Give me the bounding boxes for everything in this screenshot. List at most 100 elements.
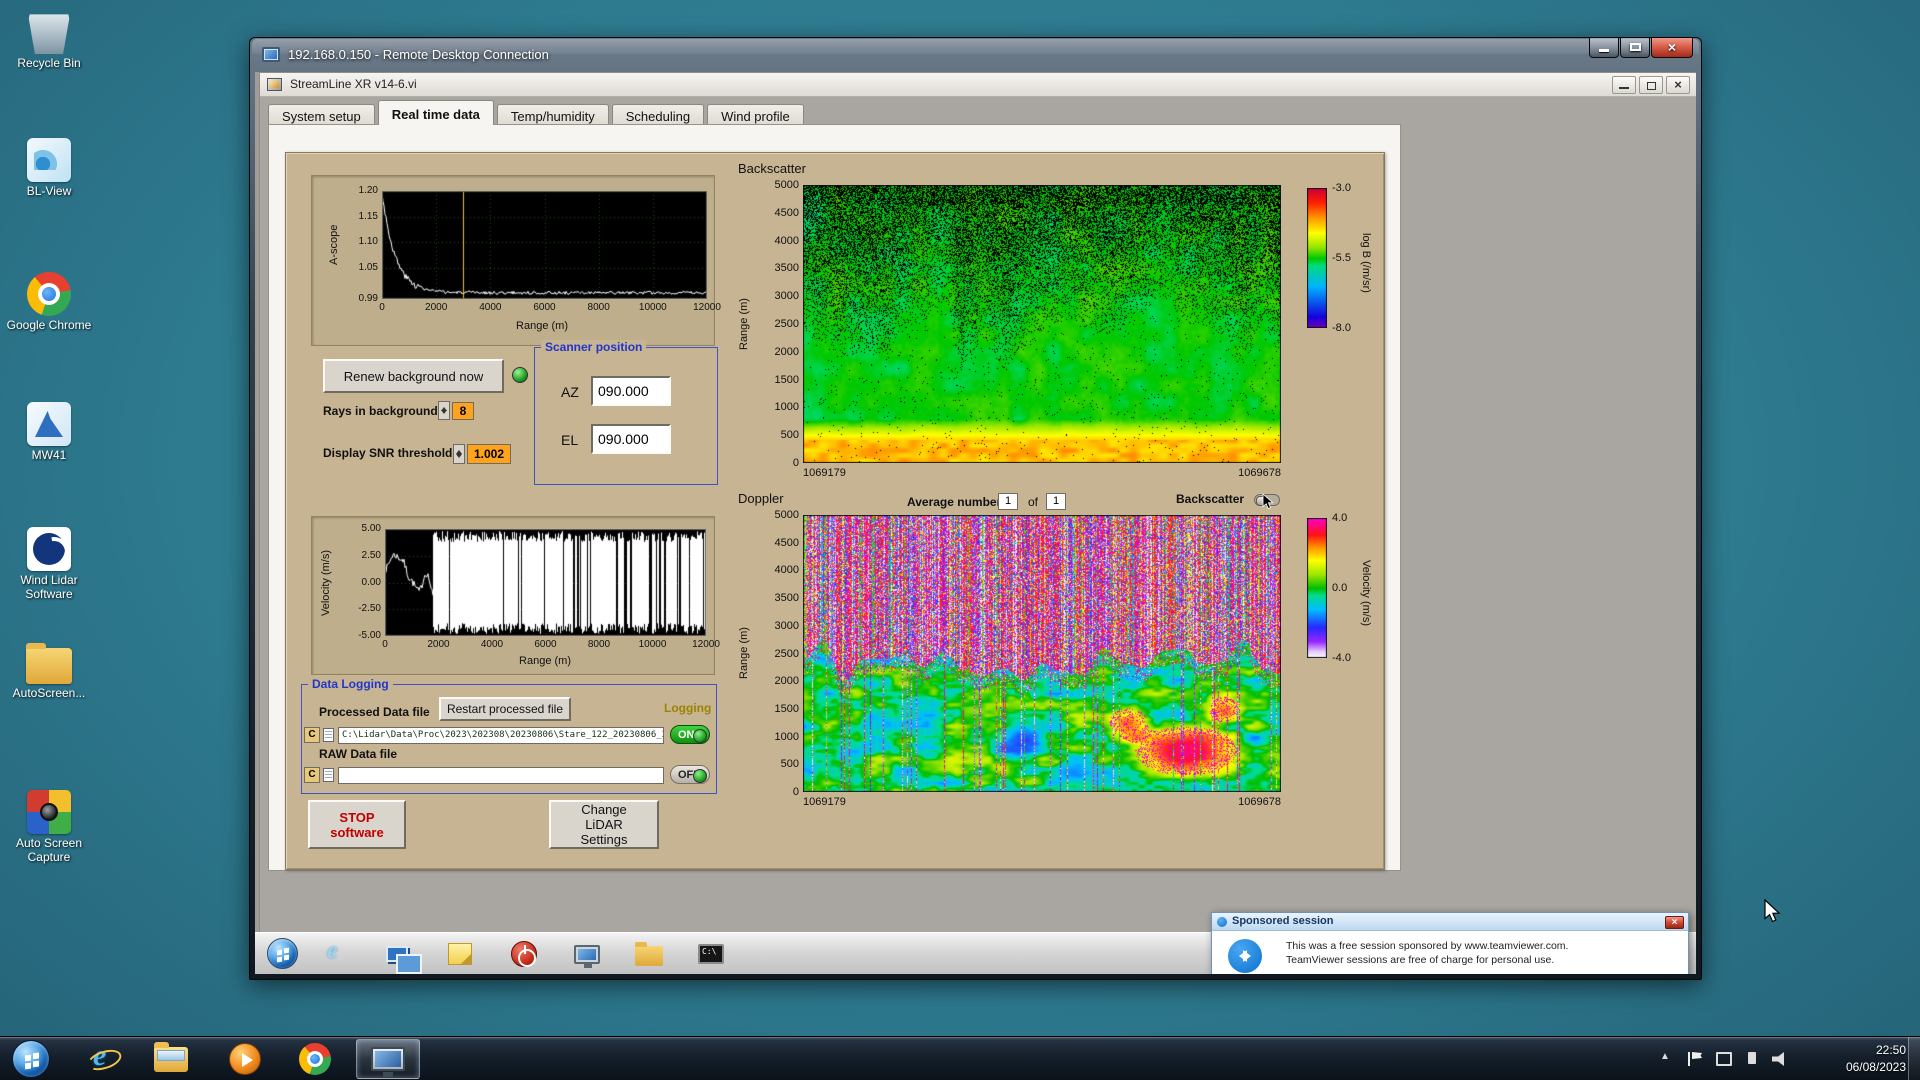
desktop-icon-recycle-bin[interactable]: Recycle Bin	[6, 10, 92, 71]
raw-path-field[interactable]	[338, 767, 664, 784]
rays-spinner[interactable]	[438, 401, 450, 420]
remote-taskbar-sticky-notes[interactable]	[438, 936, 482, 972]
x-tick-label: 8000	[587, 302, 610, 313]
minimize-icon	[1599, 49, 1609, 52]
raw-drive-label[interactable]: C	[304, 767, 320, 783]
taskbar-media-player[interactable]	[218, 1039, 272, 1079]
stop-software-button[interactable]: STOP software	[308, 800, 406, 849]
az-value-field[interactable]: 090.000	[591, 376, 671, 406]
app-window-icon	[267, 78, 282, 91]
processed-logging-on-toggle[interactable]: ON	[670, 725, 710, 744]
rdp-window-icon	[262, 47, 280, 62]
y-tick-label: 500	[780, 429, 799, 442]
remote-taskbar-command-prompt[interactable]	[689, 936, 733, 972]
remote-taskbar-internet-explorer[interactable]	[313, 936, 357, 972]
az-label: AZ	[561, 384, 579, 400]
change-lidar-settings-button[interactable]: Change LiDAR Settings	[549, 800, 659, 849]
rdp-maximize-button[interactable]	[1620, 38, 1650, 58]
desktop-icon-google-chrome[interactable]: Google Chrome	[6, 272, 92, 333]
command-prompt-icon	[698, 944, 724, 964]
desktop-icon-autoscreen-folder[interactable]: AutoScreen...	[6, 643, 92, 701]
desktop-icon-label: Recycle Bin	[17, 56, 81, 70]
remote-taskbar-display-capture[interactable]	[565, 936, 609, 972]
desktop-icon-label: Wind Lidar Software	[20, 573, 78, 601]
show-desktop-button[interactable]	[1908, 1037, 1920, 1080]
auto-screen-capture-icon	[27, 790, 71, 834]
popup-title: Sponsored session	[1232, 915, 1334, 927]
colorbar-tick-label: 4.0	[1332, 512, 1348, 524]
snr-value-field[interactable]: 1.002	[467, 444, 511, 464]
app-client-area: System setup Real time data Temp/humidity S…	[260, 97, 1696, 933]
y-tick-label: 4000	[774, 234, 799, 247]
backscatter-ylabel: Range (m)	[738, 298, 750, 350]
teamviewer-mini-icon	[1217, 917, 1227, 927]
mw41-icon	[27, 402, 71, 446]
y-tick-label: 5000	[774, 509, 799, 521]
logging-label: Logging	[664, 701, 712, 715]
app-minimize-button[interactable]	[1612, 76, 1636, 94]
remote-taskbar-folder[interactable]	[627, 936, 671, 972]
action-center-flag-icon[interactable]	[1688, 1052, 1704, 1066]
x-tick-label: 2000	[425, 302, 448, 313]
popup-close-button[interactable]: ×	[1665, 916, 1684, 929]
desktop-icon-bl-view[interactable]: BL-View	[6, 138, 92, 199]
processed-path-field[interactable]: C:\Lidar\Data\Proc\2023\202308\20230806\…	[338, 727, 664, 744]
clock-time: 22:50	[1875, 1043, 1906, 1057]
start-button[interactable]	[12, 1040, 50, 1078]
taskbar-windows-explorer[interactable]	[144, 1039, 198, 1079]
rdp-close-button[interactable]: ×	[1651, 38, 1693, 58]
tab-real-time-data[interactable]: Real time data	[377, 100, 494, 125]
popup-titlebar[interactable]: Sponsored session ×	[1212, 913, 1688, 931]
wind-lidar-icon	[27, 527, 71, 571]
backscatter-title: Backscatter	[738, 161, 806, 176]
taskbar-clock[interactable]: 22:50 06/08/2023	[1806, 1042, 1906, 1076]
renew-background-button[interactable]: Renew background now	[323, 359, 504, 393]
speaker-icon[interactable]	[1772, 1052, 1784, 1066]
raw-logging-off-toggle[interactable]: OFF	[670, 765, 710, 784]
desktop-icon-list: Recycle Bin BL-View Google Chrome MW41 Wind …	[6, 0, 92, 900]
app-restore-button[interactable]	[1639, 76, 1663, 94]
el-value-field[interactable]: 090.000	[591, 424, 671, 454]
remote-start-button[interactable]	[267, 938, 298, 969]
taskbar-internet-explorer[interactable]	[76, 1039, 130, 1079]
taskbar-remote-desktop[interactable]	[356, 1039, 420, 1079]
desktop-icon-wind-lidar[interactable]: Wind Lidar Software	[6, 527, 92, 602]
x-tick-label: 6000	[533, 302, 556, 313]
background-status-led	[512, 367, 528, 383]
sticky-notes-icon	[448, 943, 472, 965]
processed-file-icon	[323, 728, 334, 742]
app-titlebar[interactable]: StreamLine XR v14-6.vi ×	[260, 73, 1696, 97]
y-tick-label: 4000	[774, 564, 799, 577]
desktop-icon-auto-screen-capture[interactable]: Auto Screen Capture	[6, 790, 92, 865]
taskbar-chrome[interactable]	[288, 1039, 342, 1079]
power-plug-icon[interactable]	[1748, 1052, 1756, 1064]
y-tick-label: 0	[792, 786, 799, 798]
app-close-button[interactable]: ×	[1666, 76, 1690, 94]
network-monitor-icon[interactable]	[1716, 1052, 1732, 1066]
rdp-titlebar[interactable]: 192.168.0.150 - Remote Desktop Connectio…	[250, 38, 1701, 72]
desktop-icon-label: Google Chrome	[6, 318, 92, 332]
popup-line-1: This was a free session sponsored by www…	[1286, 940, 1569, 952]
snr-spinner[interactable]	[453, 444, 465, 464]
bl-view-icon	[27, 138, 71, 182]
remote-taskbar-power-button[interactable]	[502, 936, 546, 972]
y-tick-label: 0.00	[361, 576, 381, 588]
restart-processed-file-button[interactable]: Restart processed file	[439, 697, 571, 721]
tray-show-hidden-icons[interactable]: ▲	[1660, 1051, 1670, 1062]
desktop-icon-mw41[interactable]: MW41	[6, 402, 92, 463]
processed-drive-label[interactable]: C	[304, 727, 320, 743]
y-tick-label: 3000	[774, 619, 799, 632]
rdp-minimize-button[interactable]	[1589, 38, 1619, 58]
y-tick-label: 1.20	[358, 185, 378, 196]
y-tick-label: 2500	[774, 318, 799, 330]
remote-taskbar-network-places[interactable]	[375, 936, 422, 974]
y-tick-label: 4500	[774, 206, 799, 219]
y-tick-label: 1500	[774, 702, 799, 715]
desktop: Recycle Bin BL-View Google Chrome MW41 Wind …	[0, 0, 1920, 1080]
internet-explorer-icon	[321, 938, 349, 968]
teamviewer-logo-icon	[1228, 939, 1262, 973]
backscatter-chart: Backscatter Range (m) log B (/m/sr) 5000…	[726, 158, 1386, 488]
rays-value-field[interactable]: 8	[452, 402, 474, 420]
y-tick-label: 2000	[774, 345, 799, 358]
front-panel: A-scope Range (m) 0 2000 4000 6000 8000 10000…	[285, 152, 1385, 870]
